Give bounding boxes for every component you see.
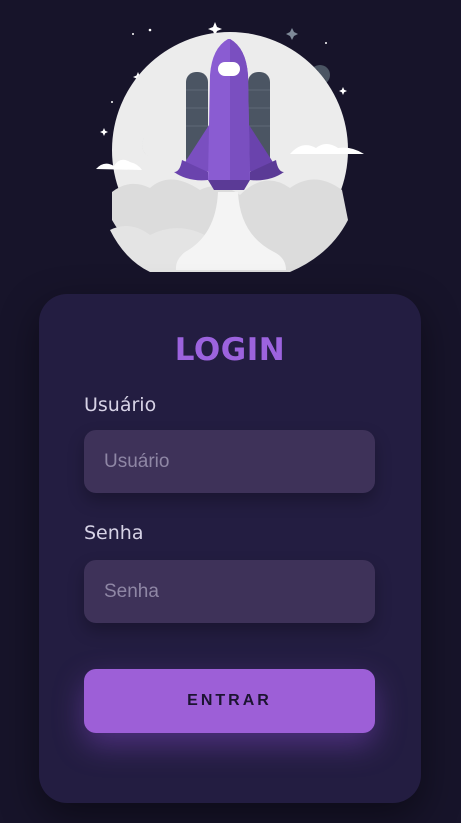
login-title: LOGIN — [174, 332, 286, 368]
login-submit-button[interactable]: ENTRAR — [84, 669, 375, 733]
username-label: Usuário — [84, 394, 157, 416]
password-input[interactable] — [84, 560, 375, 623]
username-input[interactable] — [84, 430, 375, 493]
password-label: Senha — [84, 522, 144, 544]
rocket-launch-illustration — [96, 22, 364, 272]
login-card: LOGIN Usuário Senha ENTRAR — [39, 294, 421, 803]
